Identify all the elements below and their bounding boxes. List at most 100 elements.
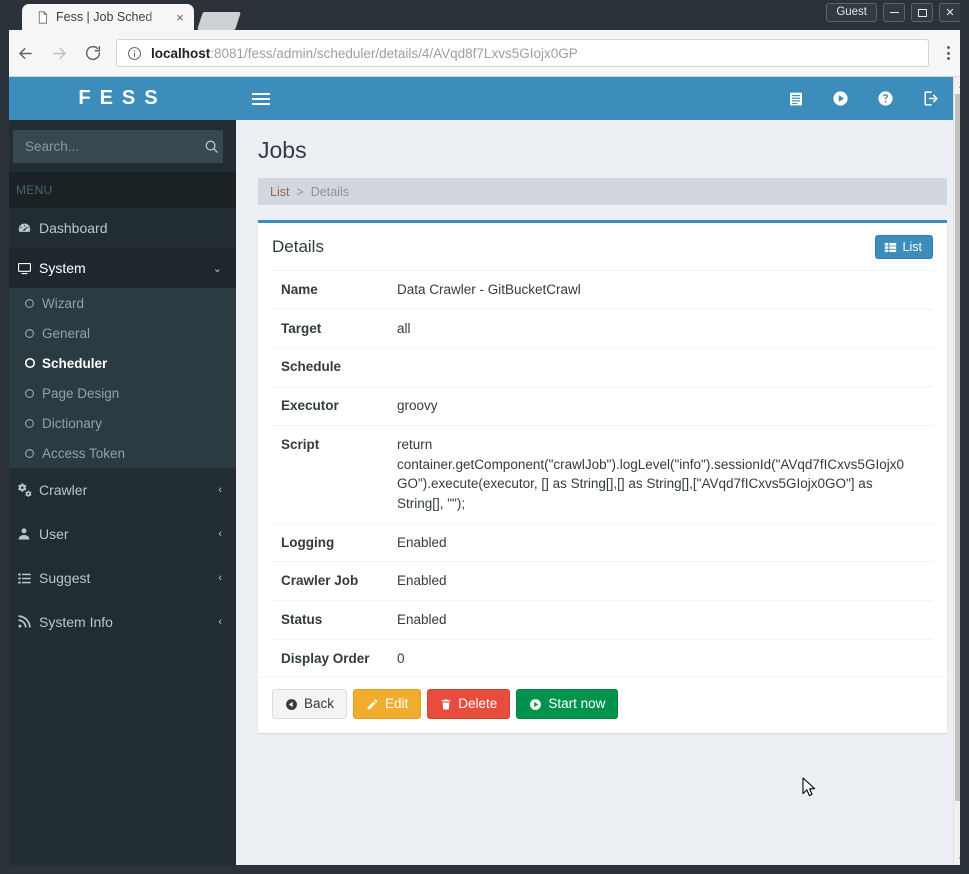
navbar-actions	[787, 90, 955, 107]
delete-button[interactable]: Delete	[427, 689, 511, 719]
browser-tab[interactable]: Fess | Job Sched ×	[22, 4, 194, 30]
browser-window: Fess | Job Sched × Guest ✕ localhost:808…	[0, 0, 969, 874]
sidebar-item-label: Crawler	[39, 482, 88, 498]
three-dots-menu-icon[interactable]	[935, 38, 961, 68]
table-row: Name Data Crawler - GitBucketCrawl	[272, 270, 933, 310]
row-label: Crawler Job	[272, 561, 388, 601]
table-row: Executor groovy	[272, 386, 933, 426]
hamburger-icon[interactable]	[252, 92, 270, 105]
sidebar: FESS MENU	[0, 77, 236, 867]
sidebar-item-system[interactable]: System ⌄	[0, 248, 236, 288]
edit-button-label: Edit	[385, 696, 409, 712]
play-circle-icon[interactable]	[832, 90, 849, 107]
search-input[interactable]	[23, 138, 204, 155]
details-panel: Details List Name Data Crawler - GitBuck…	[258, 220, 947, 733]
reload-icon[interactable]	[78, 38, 108, 68]
sidebar-item-label: User	[39, 526, 69, 542]
table-row: Script return container.getComponent("cr…	[272, 424, 933, 524]
address-bar[interactable]: localhost:8081/fess/admin/scheduler/deta…	[116, 39, 929, 67]
tab-close-icon[interactable]: ×	[172, 9, 188, 25]
row-value: all	[388, 308, 933, 348]
minimize-button[interactable]	[883, 3, 905, 22]
sidebar-search-box[interactable]	[13, 130, 223, 163]
search-icon[interactable]	[204, 138, 219, 156]
sidebar-submenu-system: Wizard General Scheduler Page Design Dic…	[0, 288, 236, 468]
back-arrow-icon[interactable]	[10, 38, 40, 68]
tab-title: Fess | Job Sched	[56, 10, 153, 24]
chevron-down-icon: ⌄	[212, 262, 222, 275]
sidebar-subitem-label: Page Design	[42, 385, 120, 401]
circle-o-icon	[24, 328, 42, 339]
tab-strip: Fess | Job Sched ×	[0, 0, 241, 30]
info-circle-icon[interactable]	[127, 46, 142, 61]
back-button[interactable]: Back	[272, 689, 348, 719]
sidebar-item-access-token[interactable]: Access Token	[0, 438, 236, 468]
logout-icon[interactable]	[922, 90, 939, 107]
row-label: Schedule	[272, 347, 388, 387]
sidebar-item-general[interactable]: General	[0, 318, 236, 348]
rss-icon	[17, 615, 39, 629]
sidebar-item-wizard[interactable]: Wizard	[0, 288, 236, 318]
sidebar-item-crawler[interactable]: Crawler ‹	[0, 468, 236, 512]
row-value-script: return container.getComponent("crawlJob"…	[388, 424, 933, 524]
chevron-left-icon: ‹	[218, 528, 222, 540]
window-titlebar: Fess | Job Sched × Guest ✕	[0, 0, 969, 30]
details-table: Name Data Crawler - GitBucketCrawl Targe…	[272, 270, 933, 678]
panel-body: Name Data Crawler - GitBucketCrawl Targe…	[258, 270, 947, 678]
sidebar-subitem-label: Dictionary	[42, 415, 103, 431]
sidebar-item-system-info[interactable]: System Info ‹	[0, 600, 236, 644]
main-content: Jobs List > Details Details List Name Da…	[236, 77, 969, 867]
window-bottom-border	[0, 865, 969, 874]
scroll-up-arrow-icon[interactable]: ▲	[954, 77, 969, 93]
sidebar-item-label: System	[39, 260, 86, 276]
window-controls: Guest ✕	[826, 3, 961, 22]
help-circle-icon[interactable]	[877, 90, 894, 107]
chevron-left-icon: ‹	[218, 484, 222, 496]
document-list-icon[interactable]	[787, 90, 804, 107]
row-label: Display Order	[272, 638, 388, 678]
new-tab-button[interactable]	[197, 12, 241, 30]
row-label: Logging	[272, 522, 388, 562]
scrollbar-thumb[interactable]	[955, 94, 968, 801]
circle-o-icon	[24, 388, 42, 399]
chevron-left-icon: ‹	[218, 572, 222, 584]
start-now-button-label: Start now	[548, 696, 606, 712]
breadcrumb-list-link[interactable]: List	[270, 185, 289, 199]
row-value: groovy	[388, 386, 933, 426]
breadcrumb-current: Details	[310, 184, 349, 199]
row-value	[388, 347, 933, 387]
sidebar-item-scheduler[interactable]: Scheduler	[0, 348, 236, 378]
list-button[interactable]: List	[874, 235, 933, 259]
table-row: Schedule	[272, 347, 933, 387]
fess-logo[interactable]: FESS	[0, 77, 236, 120]
edit-button[interactable]: Edit	[353, 689, 422, 719]
breadcrumb: List > Details	[258, 178, 947, 205]
close-button[interactable]: ✕	[939, 3, 961, 22]
sidebar-item-user[interactable]: User ‹	[0, 512, 236, 556]
sidebar-item-dashboard[interactable]: Dashboard	[0, 208, 236, 248]
back-circle-icon	[285, 698, 298, 711]
table-row: Logging Enabled	[272, 522, 933, 562]
sidebar-item-suggest[interactable]: Suggest ‹	[0, 556, 236, 600]
row-label: Status	[272, 600, 388, 640]
breadcrumb-separator: >	[296, 184, 304, 199]
sidebar-item-dictionary[interactable]: Dictionary	[0, 408, 236, 438]
row-label: Target	[272, 308, 388, 348]
guest-profile-button[interactable]: Guest	[826, 3, 877, 22]
row-value: 0	[388, 638, 933, 678]
sidebar-item-page-design[interactable]: Page Design	[0, 378, 236, 408]
circle-o-icon	[24, 448, 42, 459]
row-value: Data Crawler - GitBucketCrawl	[388, 270, 933, 310]
browser-toolbar: localhost:8081/fess/admin/scheduler/deta…	[0, 30, 969, 77]
list-button-label: List	[902, 240, 922, 254]
user-icon	[17, 527, 39, 541]
sidebar-subitem-label: General	[42, 325, 91, 341]
table-list-icon	[884, 241, 897, 254]
page-scrollbar[interactable]: ▲ ▼	[953, 77, 969, 867]
maximize-button[interactable]	[911, 3, 933, 22]
start-now-button[interactable]: Start now	[516, 689, 619, 719]
row-value: Enabled	[388, 522, 933, 562]
sidebar-subitem-label: Access Token	[42, 445, 126, 461]
list-icon	[17, 571, 39, 586]
sidebar-search-wrapper	[0, 120, 236, 172]
